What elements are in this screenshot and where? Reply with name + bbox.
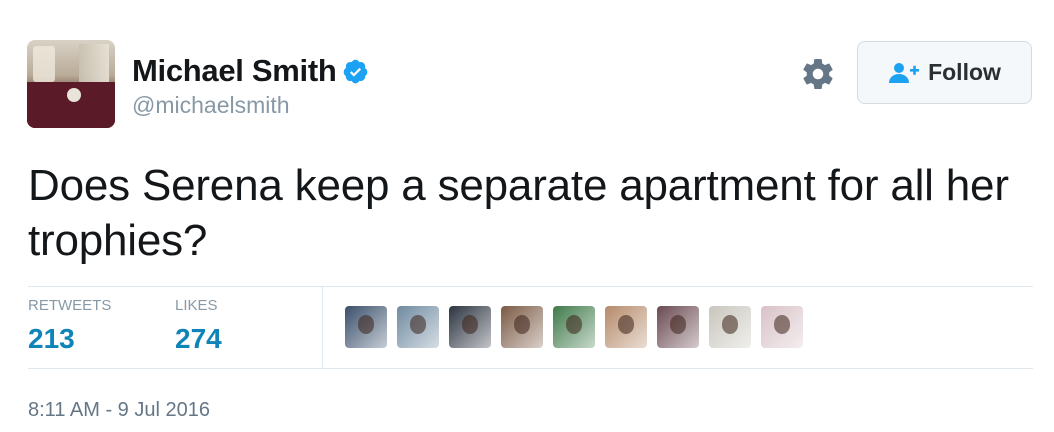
liker-avatars xyxy=(345,306,803,348)
verified-badge-icon xyxy=(343,59,367,83)
avatar-pool-ball xyxy=(67,88,81,102)
user-handle[interactable]: @michaelsmith xyxy=(132,90,369,120)
liker-avatar[interactable] xyxy=(605,306,647,348)
user-info: Michael Smith @michaelsmith xyxy=(132,52,369,120)
likes-stat[interactable]: LIKES 274 xyxy=(175,296,222,356)
liker-avatar[interactable] xyxy=(761,306,803,348)
tweet-text: Does Serena keep a separate apartment fo… xyxy=(28,161,1009,265)
retweets-count: 213 xyxy=(28,323,75,354)
avatar[interactable] xyxy=(27,40,115,128)
tweet-timestamp[interactable]: 8:11 AM - 9 Jul 2016 xyxy=(28,396,210,424)
retweets-stat[interactable]: RETWEETS 213 xyxy=(28,296,111,356)
avatar-lamp xyxy=(33,46,55,82)
stats-divider xyxy=(322,286,323,368)
gear-icon[interactable] xyxy=(800,56,836,92)
follow-label: Follow xyxy=(928,59,1001,85)
name-row: Michael Smith xyxy=(132,52,369,90)
follow-button[interactable]: Follow xyxy=(857,41,1032,104)
liker-avatar[interactable] xyxy=(553,306,595,348)
likes-label: LIKES xyxy=(175,297,218,314)
liker-avatar[interactable] xyxy=(709,306,751,348)
divider-top xyxy=(28,286,1033,287)
add-user-icon xyxy=(889,62,920,83)
liker-avatar[interactable] xyxy=(397,306,439,348)
likes-count: 274 xyxy=(175,323,222,354)
display-name[interactable]: Michael Smith xyxy=(132,52,337,90)
liker-avatar[interactable] xyxy=(345,306,387,348)
retweets-label: RETWEETS xyxy=(28,297,112,314)
divider-bottom xyxy=(28,368,1033,369)
liker-avatar[interactable] xyxy=(501,306,543,348)
liker-avatar[interactable] xyxy=(657,306,699,348)
liker-avatar[interactable] xyxy=(449,306,491,348)
